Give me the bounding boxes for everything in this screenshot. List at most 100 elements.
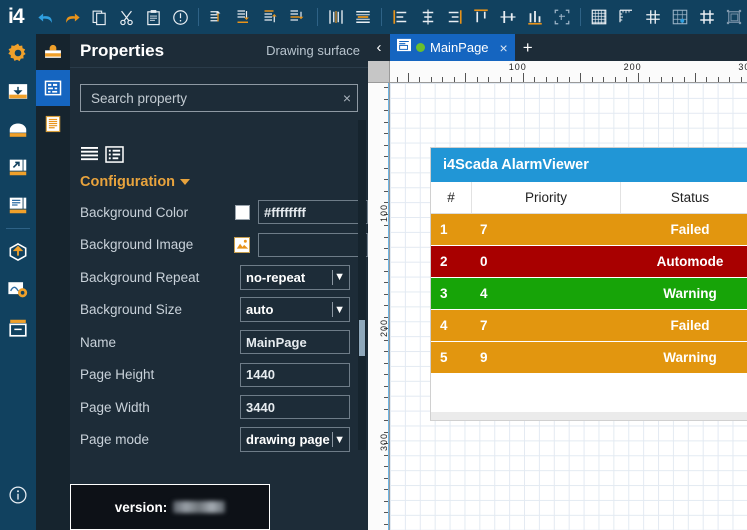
sidebar-item-archive[interactable] [0,110,36,148]
background-image-input[interactable] [258,232,368,257]
list-view-toggle[interactable] [80,146,99,163]
property-row-background-size: Background Size auto ▼ [70,294,368,327]
property-label: Name [80,334,117,350]
main-toolbar: i4 [0,0,747,34]
category-view-toggle[interactable] [105,146,124,163]
sidebar-item-info[interactable] [0,476,36,514]
cell-priority: 7 [480,318,488,333]
page-mode-select[interactable]: drawing page ▼ [240,427,350,453]
table-row[interactable]: 5 9 Warning [431,342,747,374]
document-tabbar: ‹ MainPage × + [368,34,747,61]
tab-mainpage[interactable]: MainPage × [390,34,515,61]
ruler-icon[interactable] [614,4,639,30]
properties-scrollbar[interactable] [358,120,366,450]
page-mode-value: drawing page [246,432,330,448]
copy-icon[interactable] [87,4,112,30]
snap-grid-icon[interactable] [641,4,666,30]
select-divider [332,269,333,285]
background-repeat-value: no-repeat [246,269,306,285]
align-bottom-icon[interactable] [522,4,547,30]
paste-icon[interactable] [141,4,166,30]
align-middle-icon[interactable] [496,4,521,30]
grid-settings-icon[interactable] [668,4,693,30]
ruler-label: 100 [508,62,527,72]
property-row-background-color: Background Color [70,196,368,229]
table-row[interactable]: 1 7 Failed [431,214,747,246]
snap-object-icon[interactable] [694,4,719,30]
alarm-viewer-widget[interactable]: i4Scada AlarmViewer # Priority Status 1 7… [430,147,747,421]
bring-forward-icon[interactable] [259,4,284,30]
fit-selection-icon[interactable] [549,4,574,30]
search-property-field[interactable]: × [80,84,358,112]
grid-icon[interactable] [587,4,612,30]
align-right-icon[interactable] [442,4,467,30]
sidebar-item-settings[interactable] [0,34,36,72]
page-title: Properties [80,40,165,60]
cell-number: 5 [440,350,448,365]
color-swatch[interactable] [235,204,250,220]
sidebar-item-import[interactable] [0,72,36,110]
page-height-input[interactable] [240,362,350,387]
column-header-number: # [447,190,455,205]
sidebar-item-graphics[interactable] [0,271,36,309]
properties-tab-events[interactable] [36,106,70,142]
chevron-down-icon: ▼ [334,271,345,284]
drawing-surface[interactable]: i4Scada AlarmViewer # Priority Status 1 7… [390,83,747,530]
chevron-down-icon: ▼ [334,433,345,446]
ruler-corner [368,61,390,83]
send-backward-icon[interactable] [286,4,311,30]
property-label: Page Width [80,399,150,415]
sidebar-item-drawer[interactable] [0,309,36,347]
ruler-tick [580,73,582,82]
ruler-tick [568,77,570,82]
cell-status: Failed [670,318,710,333]
property-label: Background Repeat [80,269,200,285]
distribute-vertical-icon[interactable] [351,4,376,30]
property-label: Page mode [80,432,150,448]
close-icon[interactable]: × [500,40,508,56]
add-tab-button[interactable]: + [515,34,541,61]
property-label: Page Height [80,367,155,383]
send-to-back-icon[interactable] [232,4,257,30]
tab-scroll-left-icon[interactable]: ‹ [368,34,390,61]
cut-icon[interactable] [114,4,139,30]
properties-tab-toolbox[interactable] [36,34,70,70]
toolbar-separator [580,8,582,26]
select-divider [332,432,333,448]
align-center-icon[interactable] [415,4,440,30]
selection-box-icon[interactable] [721,4,746,30]
sidebar-item-export[interactable] [0,148,36,186]
sidebar-item-deploy[interactable] [0,233,36,271]
ruler-tick [442,77,444,82]
version-value-redacted [173,501,226,513]
bring-to-front-icon[interactable] [205,4,230,30]
name-input[interactable] [240,330,350,355]
sidebar-item-list[interactable] [0,186,36,224]
background-color-input[interactable] [258,200,368,225]
align-top-icon[interactable] [469,4,494,30]
clear-search-icon[interactable]: × [337,90,351,106]
ruler-label: 200 [623,62,642,72]
properties-tab-properties[interactable] [36,70,70,106]
table-row[interactable]: 2 0 Automode [431,246,747,278]
ruler-tick [706,77,708,82]
ruler-tick [511,77,513,82]
configuration-group-header[interactable]: Configuration [80,174,191,190]
background-size-select[interactable]: auto ▼ [240,297,350,323]
properties-scrollbar-thumb[interactable] [359,320,365,356]
properties-subtitle: Drawing surface [266,43,360,58]
history-icon[interactable] [168,4,193,30]
image-picker-icon[interactable] [234,236,250,253]
ruler-tick [614,77,616,82]
background-repeat-select[interactable]: no-repeat ▼ [240,264,350,290]
distribute-horizontal-icon[interactable] [324,4,349,30]
cell-priority: 9 [480,350,488,365]
page-width-input[interactable] [240,395,350,420]
undo-icon[interactable] [34,4,59,30]
ruler-tick [499,77,501,82]
search-input[interactable] [89,89,337,107]
table-row[interactable]: 3 4 Warning [431,278,747,310]
table-row[interactable]: 4 7 Failed [431,310,747,342]
align-left-icon[interactable] [388,4,413,30]
redo-icon[interactable] [60,4,85,30]
